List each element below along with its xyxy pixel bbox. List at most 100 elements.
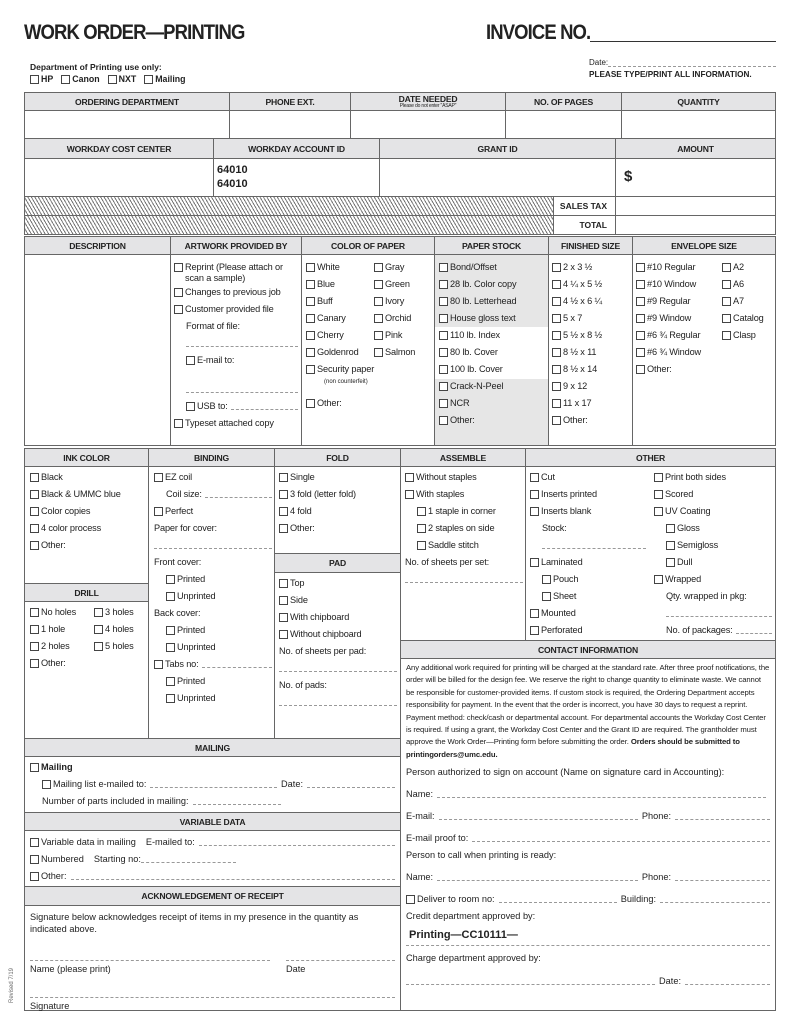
- checkbox[interactable]: [722, 314, 731, 323]
- checkbox[interactable]: [30, 75, 39, 84]
- variable-email-field[interactable]: [198, 834, 395, 846]
- checkbox[interactable]: [306, 263, 315, 272]
- starting-no-field[interactable]: [140, 851, 236, 863]
- grant-id-input[interactable]: [379, 158, 616, 197]
- checkbox[interactable]: [30, 473, 39, 482]
- checkbox[interactable]: [306, 314, 315, 323]
- option-crack-n-peel[interactable]: Crack-N-Peel: [439, 378, 547, 395]
- option-other-[interactable]: Other:: [306, 395, 372, 412]
- option-4-fold[interactable]: 4 fold: [279, 503, 399, 520]
- checkbox[interactable]: [439, 382, 448, 391]
- checkbox[interactable]: [166, 626, 175, 635]
- option-canary[interactable]: Canary: [306, 310, 372, 327]
- checkbox[interactable]: [174, 288, 183, 297]
- option-single[interactable]: Single: [279, 469, 399, 486]
- checkbox[interactable]: [30, 838, 39, 847]
- option-printed[interactable]: Printed: [154, 622, 272, 639]
- option-4-x-5-[interactable]: 4 ¼ x 5 ½: [552, 276, 632, 293]
- checkbox[interactable]: [94, 642, 103, 651]
- checkbox[interactable]: [174, 419, 183, 428]
- option-cut[interactable]: Cut: [530, 469, 646, 486]
- date-needed-input[interactable]: [350, 110, 506, 139]
- option-3-holes[interactable]: 3 holes: [94, 604, 148, 621]
- option-catalog[interactable]: Catalog: [722, 310, 776, 327]
- option-security-paper[interactable]: Security paper: [306, 361, 374, 378]
- checkbox[interactable]: [722, 331, 731, 340]
- option-cherry[interactable]: Cherry: [306, 327, 372, 344]
- checkbox[interactable]: [552, 263, 561, 272]
- checkbox[interactable]: [61, 75, 71, 84]
- checkbox[interactable]: [279, 524, 288, 533]
- option-reprint-please-attach-or-scan-a-sample-[interactable]: Reprint (Please attach or scan a sample): [174, 259, 298, 284]
- checkbox[interactable]: [654, 473, 663, 482]
- checkbox[interactable]: [174, 305, 183, 314]
- checkbox[interactable]: [417, 507, 426, 516]
- checkbox[interactable]: [306, 280, 315, 289]
- checkbox[interactable]: [439, 280, 448, 289]
- checkbox[interactable]: [154, 507, 163, 516]
- mailing-list-field[interactable]: [150, 776, 278, 788]
- charge-date-field[interactable]: [685, 973, 770, 986]
- option-salmon[interactable]: Salmon: [374, 344, 434, 361]
- account-id-input[interactable]: 64010 64010: [213, 158, 380, 197]
- checkbox[interactable]: [94, 625, 103, 634]
- checkbox[interactable]: [279, 490, 288, 499]
- checkbox[interactable]: [636, 297, 645, 306]
- option-unprinted[interactable]: Unprinted: [154, 690, 272, 707]
- option-gloss[interactable]: Gloss: [654, 520, 772, 537]
- blank-field[interactable]: [654, 605, 772, 622]
- option-side[interactable]: Side: [279, 592, 397, 609]
- checkbox[interactable]: [417, 541, 426, 550]
- option-house-gloss-text[interactable]: House gloss text: [439, 310, 547, 327]
- option-printed[interactable]: Printed: [154, 571, 272, 588]
- checkbox[interactable]: [30, 524, 39, 533]
- checkbox[interactable]: [166, 592, 175, 601]
- option--6-regular[interactable]: #6 ¾ Regular: [636, 327, 720, 344]
- option-5-x-8-[interactable]: 5 ½ x 8 ½: [552, 327, 632, 344]
- phone-field[interactable]: [675, 808, 770, 821]
- checkbox[interactable]: [552, 280, 561, 289]
- checkbox[interactable]: [530, 490, 539, 499]
- checkbox[interactable]: [439, 399, 448, 408]
- checkbox[interactable]: [279, 473, 288, 482]
- option--10-regular[interactable]: #10 Regular: [636, 259, 720, 276]
- option-1-hole[interactable]: 1 hole: [30, 621, 92, 638]
- dept-option-nxt[interactable]: NXT: [107, 74, 136, 84]
- blank-field[interactable]: [154, 537, 272, 554]
- checkbox[interactable]: [439, 314, 448, 323]
- description-input[interactable]: [24, 254, 171, 446]
- option-2-x-3-[interactable]: 2 x 3 ½: [552, 259, 632, 276]
- checkbox[interactable]: [552, 348, 561, 357]
- option-other-[interactable]: Other:: [552, 412, 632, 429]
- option-white[interactable]: White: [306, 259, 372, 276]
- option--9-regular[interactable]: #9 Regular: [636, 293, 720, 310]
- checkbox[interactable]: [30, 608, 39, 617]
- option-28-lb-color-copy[interactable]: 28 lb. Color copy: [439, 276, 547, 293]
- checkbox[interactable]: [30, 642, 39, 651]
- checkbox[interactable]: [279, 630, 288, 639]
- checkbox[interactable]: [374, 263, 383, 272]
- option-80-lb-letterhead[interactable]: 80 lb. Letterhead: [439, 293, 547, 310]
- option-8-x-11[interactable]: 8 ½ x 11: [552, 344, 632, 361]
- option-laminated[interactable]: Laminated: [530, 554, 646, 571]
- quantity-input[interactable]: [621, 110, 776, 139]
- checkbox[interactable]: [654, 490, 663, 499]
- checkbox[interactable]: [154, 660, 163, 669]
- mailing-option[interactable]: Mailing: [30, 759, 395, 776]
- checkbox[interactable]: [30, 625, 39, 634]
- option-other-[interactable]: Other:: [439, 412, 547, 429]
- checkbox[interactable]: [186, 402, 195, 411]
- option-without-staples[interactable]: Without staples: [405, 469, 523, 486]
- option-other-[interactable]: Other:: [636, 361, 720, 378]
- blank-field[interactable]: [735, 622, 772, 634]
- checkbox[interactable]: [439, 297, 448, 306]
- option-a6[interactable]: A6: [722, 276, 776, 293]
- checkbox[interactable]: [722, 297, 731, 306]
- checkbox[interactable]: [636, 365, 645, 374]
- checkbox[interactable]: [405, 490, 414, 499]
- option-110-lb-index[interactable]: 110 lb. Index: [439, 327, 547, 344]
- option-9-x-12[interactable]: 9 x 12: [552, 378, 632, 395]
- option-sheet[interactable]: Sheet: [530, 588, 646, 605]
- option-printed[interactable]: Printed: [154, 673, 272, 690]
- option-with-chipboard[interactable]: With chipboard: [279, 609, 397, 626]
